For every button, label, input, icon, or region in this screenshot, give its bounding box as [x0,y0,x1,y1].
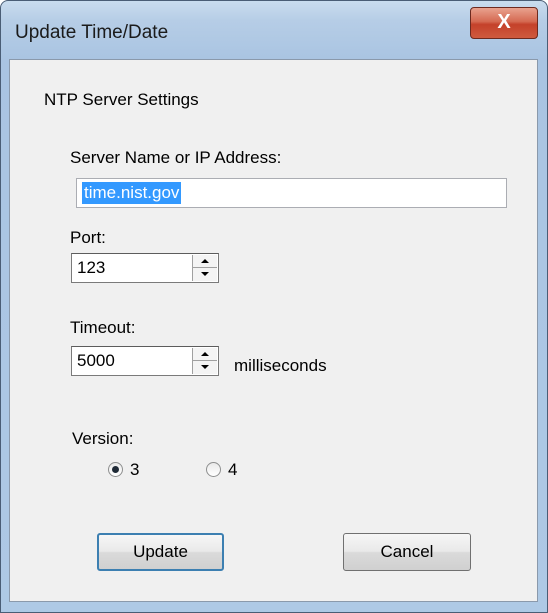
arrow-up-icon [201,352,209,356]
version-label: Version: [72,429,134,448]
server-input-value: time.nist.gov [82,182,182,204]
port-spinbox[interactable]: 123 [71,253,219,283]
port-increment-button[interactable] [193,255,217,268]
arrow-up-icon [201,259,209,263]
timeout-value: 5000 [77,351,115,370]
window-title: Update Time/Date [15,22,169,43]
timeout-spin-buttons [192,348,217,374]
timeout-unit-label: milliseconds [234,356,327,375]
arrow-down-icon [201,365,209,369]
port-spin-buttons [192,255,217,281]
port-value: 123 [77,258,106,277]
version-4-radio[interactable] [206,462,221,477]
version-3-radio[interactable] [108,462,123,477]
server-input[interactable]: time.nist.gov [76,178,507,208]
timeout-decrement-button[interactable] [193,361,217,374]
update-button[interactable]: Update [97,533,224,571]
ntp-settings-group-label: NTP Server Settings [44,90,199,109]
title-bar[interactable]: Update Time/Date X [1,1,547,59]
dialog-client-area: NTP Server Settings Server Name or IP Ad… [9,59,538,602]
timeout-spinbox[interactable]: 5000 [71,346,219,376]
close-icon: X [497,11,511,33]
close-button[interactable]: X [470,7,538,39]
cancel-button[interactable]: Cancel [343,533,471,571]
version-3-label: 3 [130,460,140,479]
server-label: Server Name or IP Address: [70,148,282,167]
arrow-down-icon [201,272,209,276]
timeout-label: Timeout: [70,318,136,337]
update-time-date-dialog: Update Time/Date X NTP Server Settings S… [0,0,548,613]
port-decrement-button[interactable] [193,268,217,281]
timeout-increment-button[interactable] [193,348,217,361]
version-4-label: 4 [228,460,238,479]
port-label: Port: [70,228,106,247]
